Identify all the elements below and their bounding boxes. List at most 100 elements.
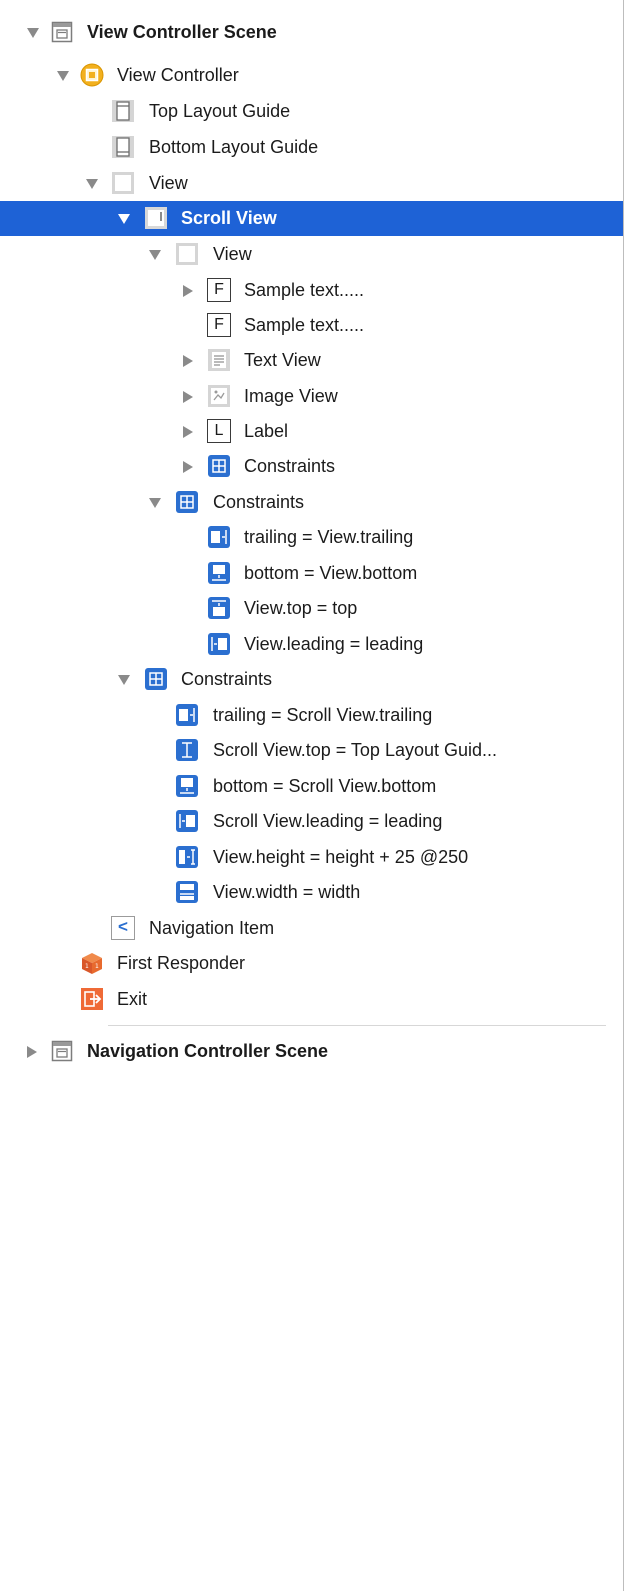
- outline-row-label: View.height = height + 25 @250: [213, 847, 469, 867]
- svg-text:1: 1: [85, 963, 89, 970]
- outline-row-label: Sample text.....: [244, 315, 365, 335]
- outline-row-label: Navigation Controller Scene: [87, 1041, 329, 1061]
- outline-row-bottom-layout-guide[interactable]: Bottom Layout Guide: [0, 130, 623, 165]
- label-icon: L: [207, 419, 231, 443]
- constraint-height-icon: [175, 845, 199, 869]
- outline-row-label: Bottom Layout Guide: [149, 137, 319, 157]
- outline-row-image-view[interactable]: Image View: [0, 379, 623, 414]
- outline-row-constraint[interactable]: View.leading = leading: [0, 627, 623, 662]
- constraint-width-icon: [175, 880, 199, 904]
- svg-text:1: 1: [95, 963, 99, 970]
- outline-row-exit[interactable]: Exit: [0, 982, 623, 1017]
- outline-row-label: Label: [244, 421, 289, 441]
- outline-row-label: Constraints: [244, 456, 336, 476]
- outline-row-constraint[interactable]: bottom = Scroll View.bottom: [0, 769, 623, 804]
- text-field-icon: F: [207, 313, 231, 337]
- outline-row-label: Top Layout Guide: [149, 101, 291, 121]
- outline-row-top-layout-guide[interactable]: Top Layout Guide: [0, 94, 623, 129]
- outline-row-constraints[interactable]: Constraints: [0, 449, 623, 484]
- outline-row-scroll-view[interactable]: Scroll View: [0, 201, 623, 236]
- outline-row-navigation-controller-scene[interactable]: Navigation Controller Scene: [0, 1034, 623, 1069]
- document-outline: View Controller Scene View Controller To…: [0, 0, 623, 1591]
- outline-row-constraint[interactable]: Scroll View.leading = leading: [0, 804, 623, 839]
- constraint-trailing-icon: [175, 703, 199, 727]
- outline-row-label: bottom = View.bottom: [244, 563, 418, 583]
- outline-row-constraints[interactable]: Constraints: [0, 662, 623, 697]
- disclosure-expanded-icon[interactable]: [57, 70, 69, 82]
- scroll-view-icon: [144, 206, 168, 230]
- image-view-icon: [207, 384, 231, 408]
- constraint-vertical-spacing-icon: [175, 738, 199, 762]
- adjacent-panel-edge: [624, 0, 631, 1591]
- disclosure-expanded-icon[interactable]: [149, 497, 161, 509]
- outline-row-label: View.width = width: [213, 882, 361, 902]
- outline-row-label: Text View: [244, 350, 321, 370]
- constraint-top-icon: [207, 596, 231, 620]
- outline-row-text-view[interactable]: Text View: [0, 343, 623, 378]
- outline-row-label: Scroll View.top = Top Layout Guid...: [213, 740, 498, 760]
- disclosure-collapsed-icon[interactable]: [182, 285, 194, 297]
- constraint-leading-icon: [175, 809, 199, 833]
- outline-row-constraint[interactable]: trailing = View.trailing: [0, 520, 623, 555]
- outline-row-navigation-item[interactable]: < Navigation Item: [0, 911, 623, 946]
- constraint-leading-icon: [207, 632, 231, 656]
- outline-row-label: View: [149, 173, 188, 193]
- outline-row-label: View Controller: [117, 65, 239, 85]
- outline-row-label: Scroll View.leading = leading: [213, 811, 443, 831]
- disclosure-collapsed-icon[interactable]: [182, 426, 194, 438]
- disclosure-collapsed-icon[interactable]: [26, 1046, 38, 1058]
- outline-row-label: Exit: [117, 989, 148, 1009]
- exit-icon: [80, 987, 104, 1011]
- top-layout-guide-icon: [111, 99, 135, 123]
- text-field-icon: F: [207, 278, 231, 302]
- disclosure-expanded-icon[interactable]: [27, 27, 39, 39]
- outline-row-label: First Responder: [117, 953, 246, 973]
- constraint-bottom-icon: [175, 774, 199, 798]
- disclosure-expanded-icon[interactable]: [118, 674, 130, 686]
- scene-icon: [50, 20, 74, 44]
- view-icon: [175, 242, 199, 266]
- scene-separator: [108, 1025, 606, 1026]
- disclosure-collapsed-icon[interactable]: [182, 391, 194, 403]
- text-view-icon: [207, 348, 231, 372]
- outline-row-label: Constraints: [213, 492, 305, 512]
- outline-row-text-field[interactable]: F Sample text.....: [0, 308, 623, 343]
- bottom-layout-guide-icon: [111, 135, 135, 159]
- outline-row-view[interactable]: View: [0, 166, 623, 201]
- outline-row-label: Scroll View: [181, 208, 277, 228]
- outline-row-label: View: [213, 244, 252, 264]
- outline-row-constraint[interactable]: bottom = View.bottom: [0, 556, 623, 591]
- disclosure-expanded-icon[interactable]: [86, 178, 98, 190]
- outline-row-label: bottom = Scroll View.bottom: [213, 776, 437, 796]
- outline-row-view-controller[interactable]: View Controller: [0, 58, 623, 93]
- outline-row-constraints[interactable]: Constraints: [0, 485, 623, 520]
- constraints-icon: [207, 454, 231, 478]
- outline-row-label: Sample text.....: [244, 280, 365, 300]
- constraint-trailing-icon: [207, 525, 231, 549]
- outline-row-label-element[interactable]: L Label: [0, 414, 623, 449]
- outline-row-label: View.leading = leading: [244, 634, 424, 654]
- outline-row-label: Navigation Item: [149, 918, 275, 938]
- outline-row-text-field[interactable]: F Sample text.....: [0, 273, 623, 308]
- first-responder-icon: 11: [80, 951, 104, 975]
- outline-row-constraint[interactable]: View.width = width: [0, 875, 623, 910]
- outline-row-first-responder[interactable]: 11 First Responder: [0, 946, 623, 981]
- outline-row-constraint[interactable]: View.top = top: [0, 591, 623, 626]
- view-controller-icon: [80, 63, 104, 87]
- view-icon: [111, 171, 135, 195]
- disclosure-collapsed-icon[interactable]: [182, 461, 194, 473]
- outline-row-view[interactable]: View: [0, 237, 623, 272]
- outline-row-label: View.top = top: [244, 598, 358, 618]
- disclosure-collapsed-icon[interactable]: [182, 355, 194, 367]
- outline-row-constraint[interactable]: trailing = Scroll View.trailing: [0, 698, 623, 733]
- outline-row-label: trailing = View.trailing: [244, 527, 414, 547]
- disclosure-expanded-icon[interactable]: [118, 213, 130, 225]
- outline-row-view-controller-scene[interactable]: View Controller Scene: [0, 15, 623, 50]
- constraints-icon: [175, 490, 199, 514]
- constraints-icon: [144, 667, 168, 691]
- outline-row-constraint[interactable]: Scroll View.top = Top Layout Guid...: [0, 733, 623, 768]
- disclosure-expanded-icon[interactable]: [149, 249, 161, 261]
- outline-row-constraint[interactable]: View.height = height + 25 @250: [0, 840, 623, 875]
- navigation-item-icon: <: [111, 916, 135, 940]
- constraint-bottom-icon: [207, 561, 231, 585]
